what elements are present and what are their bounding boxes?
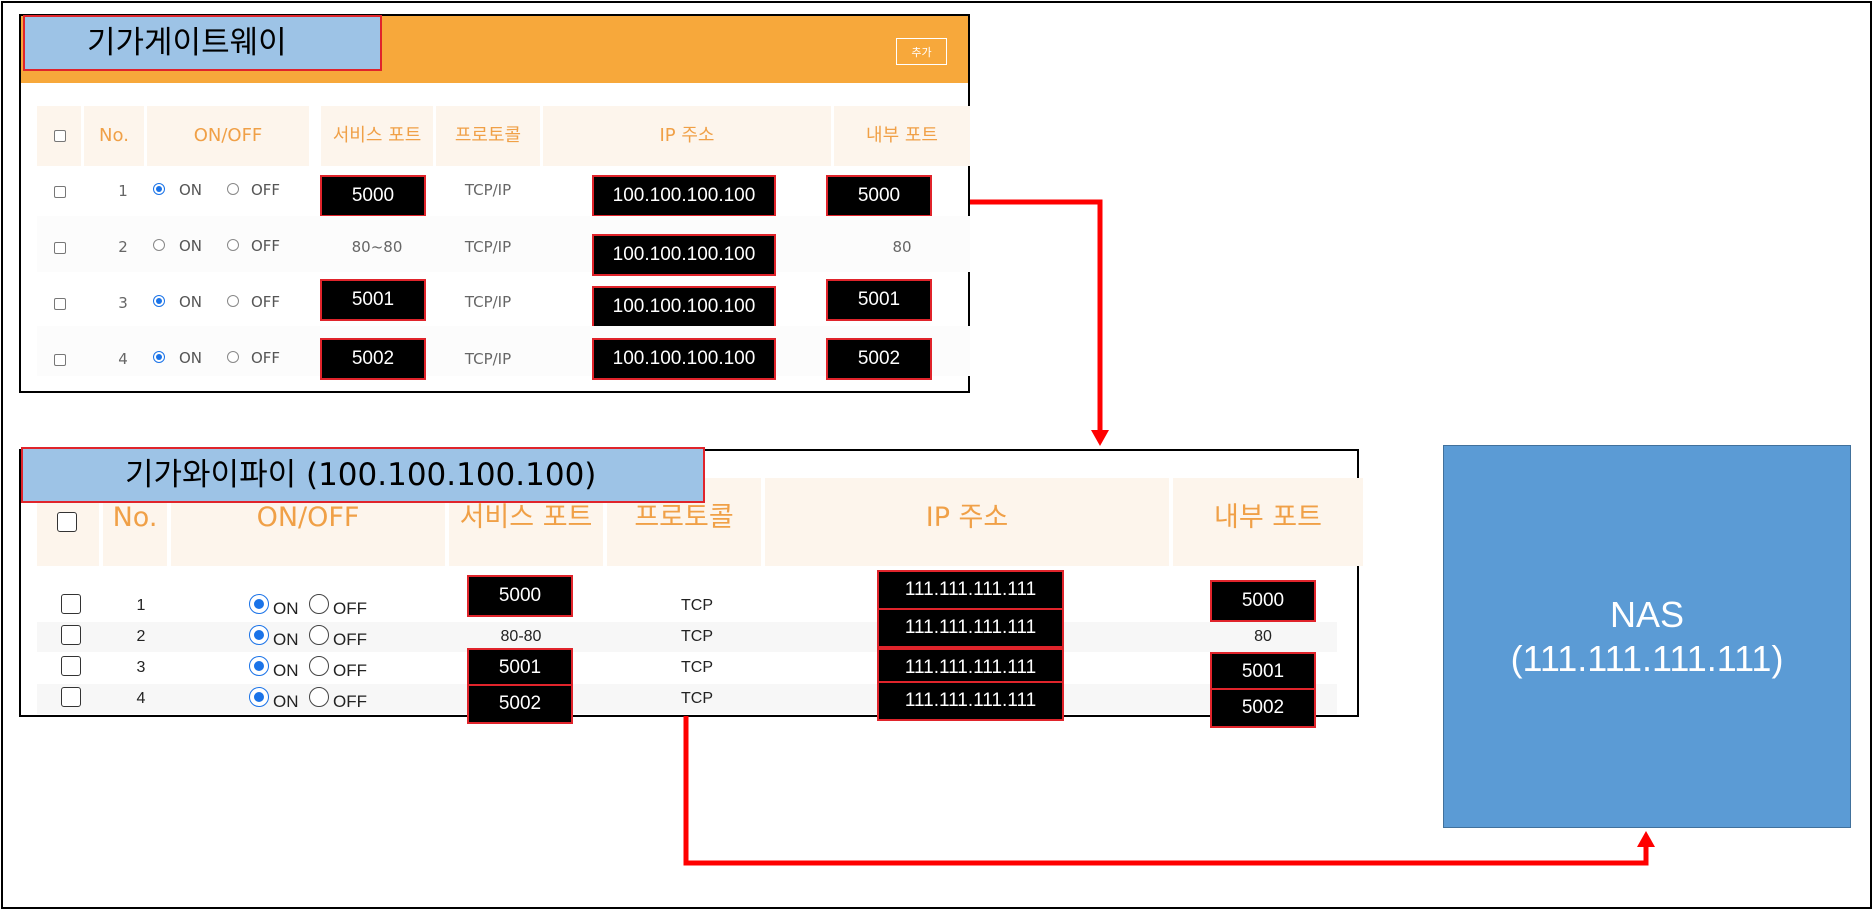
gateway-to-wifi-arrowhead [1091, 430, 1109, 446]
wifi-to-nas-arrowhead [1637, 831, 1655, 847]
connector-arrows [683, 199, 1655, 866]
gateway-to-wifi-arrow [970, 199, 1103, 432]
wifi-to-nas-arrow [683, 716, 1649, 866]
